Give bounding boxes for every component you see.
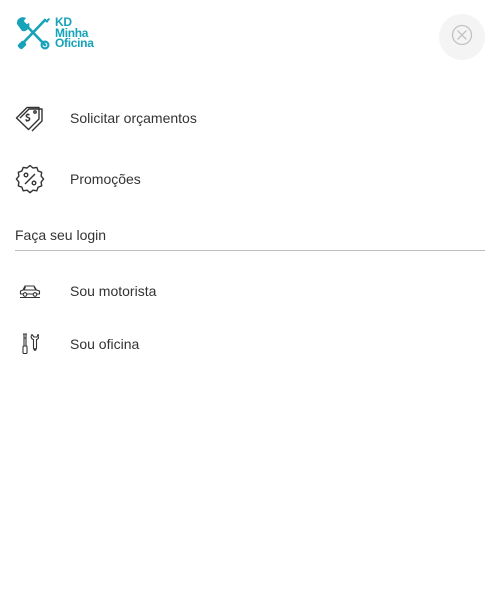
logo-text: KD Minha Oficina xyxy=(55,17,94,49)
wrench-screwdriver-icon xyxy=(15,16,51,50)
divider xyxy=(15,250,485,251)
menu-page: KD Minha Oficina Solicitar orçamentos Pr… xyxy=(0,0,500,597)
price-tag-icon xyxy=(15,103,45,133)
login-item-label: Sou oficina xyxy=(70,336,140,352)
close-circle-icon xyxy=(451,24,473,51)
close-button[interactable] xyxy=(439,14,485,60)
login-item-oficina[interactable]: Sou oficina xyxy=(15,329,315,359)
login-item-label: Sou motorista xyxy=(70,283,157,299)
menu-item-solicitar-orcamentos[interactable]: Solicitar orçamentos xyxy=(15,103,315,133)
menu-item-promocoes[interactable]: Promoções xyxy=(15,164,315,194)
menu-item-label: Solicitar orçamentos xyxy=(70,110,197,126)
login-section-title: Faça seu login xyxy=(15,227,107,243)
tools-icon xyxy=(15,329,45,359)
logo[interactable]: KD Minha Oficina xyxy=(15,16,94,50)
percent-badge-icon xyxy=(15,164,45,194)
menu-item-label: Promoções xyxy=(70,171,141,187)
logo-line-3: Oficina xyxy=(55,36,94,51)
login-item-motorista[interactable]: Sou motorista xyxy=(15,276,315,306)
car-icon xyxy=(15,276,45,306)
